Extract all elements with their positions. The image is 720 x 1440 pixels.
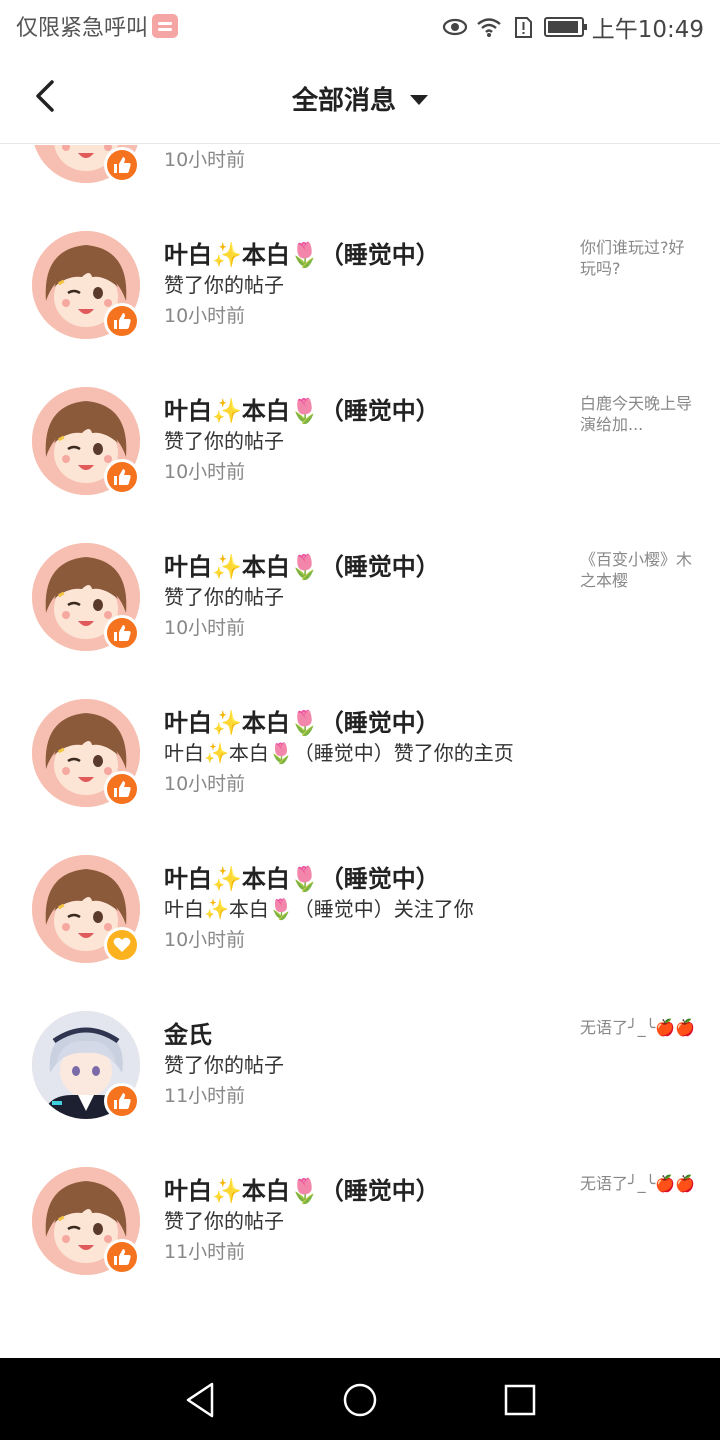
thumbs-up-badge-icon — [104, 459, 140, 495]
eye-icon — [442, 18, 467, 36]
message-action: 赞了你的帖子 — [164, 1053, 284, 1077]
status-right: 上午10:49 — [442, 10, 704, 44]
sender-name[interactable]: 叶白✨本白🌷（睡觉中） — [164, 547, 440, 582]
caret-down-icon — [410, 94, 428, 105]
status-bar: 仅限紧急呼叫 上午10:49 — [0, 0, 720, 50]
message-item[interactable]: 叶白✨本白🌷（睡觉中） 赞了你的帖子 10小时前 白鹿今天晚上导演给加... — [0, 363, 720, 519]
message-item[interactable]: 叶白✨本白🌷（睡觉中） 叶白✨本白🌷（睡觉中）关注了你 10小时前 — [0, 831, 720, 987]
message-time: 10小时前 — [164, 617, 246, 639]
thumbs-up-badge-icon — [104, 1239, 140, 1275]
message-items: 赞了你的帖子10小时前叶白✨本白🌷（睡觉中）赞了你的帖子10小时前你们谁玩过?好… — [0, 145, 720, 1299]
message-item[interactable]: 叶白✨本白🌷（睡觉中） 赞了你的帖子 10小时前 《百变小樱》木之本樱 — [0, 519, 720, 675]
message-action: 赞了你的帖子 — [164, 1209, 284, 1233]
message-time: 11小时前 — [164, 1241, 246, 1263]
message-item[interactable]: 叶白✨本白🌷（睡觉中） 赞了你的帖子 11小时前 无语了╯_╰🍎🍎 — [0, 1143, 720, 1299]
wifi-icon — [476, 18, 501, 37]
sender-name[interactable]: 金氏 — [164, 1015, 212, 1050]
thumbs-up-badge-icon — [104, 615, 140, 651]
sender-name[interactable]: 叶白✨本白🌷（睡觉中） — [164, 235, 440, 270]
message-list[interactable]: 赞了你的帖子10小时前叶白✨本白🌷（睡觉中）赞了你的帖子10小时前你们谁玩过?好… — [0, 145, 720, 1358]
message-action: 叶白✨本白🌷（睡觉中）关注了你 — [164, 897, 474, 921]
navigation-bar — [0, 1358, 720, 1440]
sim-alert-icon — [514, 17, 532, 38]
message-action: 赞了你的帖子 — [164, 585, 284, 609]
header: 全部消息 — [0, 50, 720, 144]
thumbs-up-badge-icon — [104, 303, 140, 339]
message-time: 10小时前 — [164, 149, 246, 171]
message-item[interactable]: 赞了你的帖子10小时前 — [0, 145, 720, 207]
thumbs-up-badge-icon — [104, 1083, 140, 1119]
sender-name[interactable]: 叶白✨本白🌷（睡觉中） — [164, 391, 440, 426]
thumbs-up-badge-icon — [104, 771, 140, 807]
title-dropdown[interactable]: 全部消息 — [0, 80, 720, 117]
message-action: 叶白✨本白🌷（睡觉中）赞了你的主页 — [164, 741, 514, 765]
sim-badge-icon — [152, 14, 179, 38]
message-time: 10小时前 — [164, 773, 246, 795]
message-item[interactable]: 叶白✨本白🌷（睡觉中） 赞了你的帖子 10小时前 你们谁玩过?好玩吗? — [0, 207, 720, 363]
page-title: 全部消息 — [291, 86, 396, 116]
status-time: 上午10:49 — [591, 17, 704, 43]
post-preview[interactable]: 你们谁玩过?好玩吗? — [580, 237, 698, 279]
message-time: 10小时前 — [164, 461, 246, 483]
post-preview[interactable]: 《百变小樱》木之本樱 — [580, 549, 698, 591]
sender-name[interactable]: 叶白✨本白🌷（睡觉中） — [164, 859, 440, 894]
post-preview[interactable]: 无语了╯_╰🍎🍎 — [580, 1017, 698, 1038]
post-preview[interactable]: 无语了╯_╰🍎🍎 — [580, 1173, 698, 1194]
status-left: 仅限紧急呼叫 — [16, 10, 179, 42]
sender-name[interactable]: 叶白✨本白🌷（睡觉中） — [164, 1171, 440, 1206]
post-preview[interactable]: 白鹿今天晚上导演给加... — [580, 393, 698, 435]
message-time: 10小时前 — [164, 305, 246, 327]
heart-badge-icon — [104, 927, 140, 963]
message-item[interactable]: 叶白✨本白🌷（睡觉中） 叶白✨本白🌷（睡觉中）赞了你的主页 10小时前 — [0, 675, 720, 831]
carrier-text: 仅限紧急呼叫 — [16, 16, 149, 41]
home-circle-icon[interactable] — [340, 1380, 380, 1420]
message-item[interactable]: 金氏赞了你的帖子 11小时前 无语了╯_╰🍎🍎 — [0, 987, 720, 1143]
message-action: 赞了你的帖子 — [164, 273, 284, 297]
recents-square-icon[interactable] — [500, 1380, 540, 1420]
sender-name[interactable]: 叶白✨本白🌷（睡觉中） — [164, 703, 440, 738]
message-time: 11小时前 — [164, 1085, 246, 1107]
thumbs-up-badge-icon — [104, 147, 140, 183]
battery-icon — [543, 17, 587, 37]
message-time: 10小时前 — [164, 929, 246, 951]
back-triangle-icon[interactable] — [180, 1380, 220, 1420]
message-action: 赞了你的帖子 — [164, 429, 284, 453]
